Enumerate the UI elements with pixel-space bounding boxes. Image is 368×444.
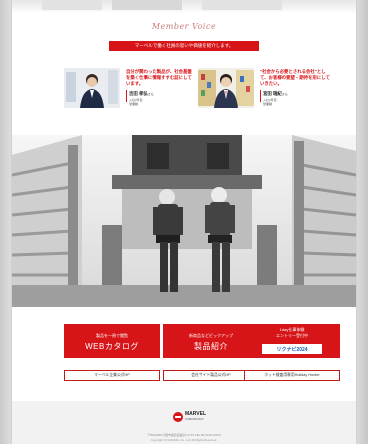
member-quote-1: 自分が関わった製品が、社会基盤を築く仕事に情報すすむ証にしています。 bbox=[126, 69, 192, 86]
top-photo-strip bbox=[12, 0, 356, 12]
member-meta-1: 入社2年目 営業職 bbox=[129, 98, 143, 106]
member-meta2-1: 営業職 bbox=[129, 102, 139, 106]
marvel-logo[interactable]: MARVEL CORPORATION bbox=[173, 412, 206, 422]
footer-copyright: Copyright (C) MARVEL Co., Ltd. All Right… bbox=[150, 438, 218, 442]
member-photo-1 bbox=[64, 68, 120, 108]
member-name-1: 吉田 孝弘さん bbox=[129, 91, 154, 97]
rikunavi-subtext2: エントリー受付中 bbox=[276, 333, 308, 338]
member-card-1[interactable]: 自分が関わった製品が、社会基盤を築く仕事に情報すすむ証にしています。 吉田 孝弘… bbox=[64, 68, 192, 112]
member-photo-2 bbox=[198, 68, 254, 108]
corporate-site-link[interactable]: マーベル企業公式HP bbox=[64, 370, 160, 381]
marvel-logo-icon bbox=[173, 412, 183, 422]
member-name-2: 宮田 瑞紀さん bbox=[263, 91, 288, 97]
hero-image bbox=[12, 135, 356, 307]
member-name-bar-2 bbox=[260, 90, 261, 102]
footer: MARVEL CORPORATION 〒553-0003 大阪市福島区福島X-X… bbox=[12, 401, 356, 444]
section-script-title: Member Voice bbox=[151, 22, 217, 31]
member-name-text-2: 宮田 瑞紀 bbox=[263, 91, 282, 96]
web-catalog-button[interactable]: 製品を一冊で閲覧 WEBカタログ bbox=[64, 324, 160, 358]
rikunavi-entry-button[interactable]: 1day仕事体験 エントリー受付中 リクナビ2024 bbox=[244, 324, 340, 358]
rikunavi-logo: リクナビ2024 bbox=[262, 344, 322, 354]
member-name-text-1: 吉田 孝弘 bbox=[129, 91, 148, 96]
section-banner: マーベルで働く社員の思いや価値を紹介します。 bbox=[109, 41, 259, 51]
member-meta-2: 入社3年目 営業職 bbox=[263, 98, 277, 106]
holiday-hunter-link[interactable]: ホット検査用専用Holiday Hunter bbox=[244, 370, 340, 381]
member-name-suffix-2: さん bbox=[281, 92, 288, 96]
web-catalog-subtext: 製品を一冊で閲覧 bbox=[96, 333, 128, 338]
web-catalog-label: WEBカタログ bbox=[85, 342, 139, 351]
page: Member Voice マーベルで働く社員の思いや価値を紹介します。 自分が関… bbox=[12, 0, 356, 444]
footer-address: 〒553-0003 大阪市福島区福島X-X-XX TEL.06-XXXX-XXX… bbox=[147, 433, 221, 437]
member-name-bar-1 bbox=[126, 90, 127, 102]
logo-subtext: CORPORATION bbox=[185, 418, 204, 421]
member-name-suffix-1: さん bbox=[147, 92, 154, 96]
member-card-2[interactable]: "社会から必要とされる会社"として、お客様の要望・期待を形にしていきたい。 宮田… bbox=[198, 68, 330, 112]
member-meta2-2: 営業職 bbox=[263, 102, 273, 106]
member-quote-2: "社会から必要とされる会社"として、お客様の要望・期待を形にしていきたい。 bbox=[260, 69, 330, 86]
